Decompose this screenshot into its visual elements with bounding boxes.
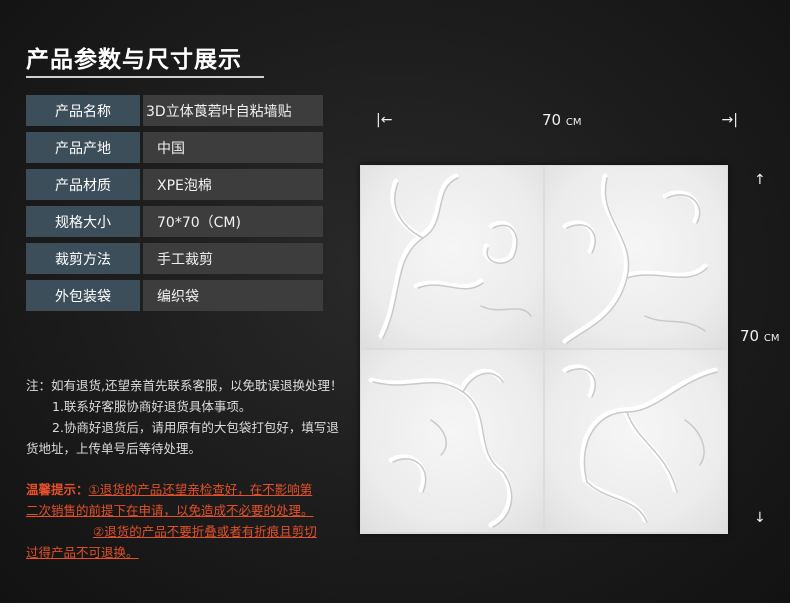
spec-label: 产品材质 [26, 169, 140, 200]
height-label: 70 CM [740, 327, 780, 345]
notes-line: 注：如有退货,还望亲首先联系客服，以免耽误退换处理！ [26, 378, 343, 393]
height-value: 70 [740, 327, 760, 345]
spec-value: XPE泡棉 [143, 169, 323, 200]
warm-tip-label: 温馨提示： [26, 482, 89, 497]
width-dimension: |← 70 CM →| [376, 110, 738, 132]
arrow-up-icon: ↑ [754, 172, 766, 188]
acanthus-pattern-icon [378, 173, 532, 339]
spec-value: 中国 [143, 132, 323, 163]
warm-tip-line: ①退货的产品还望亲检查好，在不影响第 [88, 482, 313, 497]
spec-label: 产品名称 [26, 95, 140, 126]
wall-tile [545, 350, 727, 532]
wall-tile [545, 166, 727, 348]
spec-table: 产品名称 3D立体莨菪叶自粘墙贴 产品产地 中国 产品材质 XPE泡棉 规格大小… [26, 95, 324, 317]
wall-tile [361, 350, 543, 532]
width-unit: CM [565, 117, 582, 128]
spec-row-material: 产品材质 XPE泡棉 [26, 169, 324, 200]
height-unit: CM [763, 333, 780, 344]
product-image [360, 165, 728, 534]
return-notes: 注：如有退货,还望亲首先联系客服，以免耽误退换处理！ 1.联系好客服协商好退货具… [26, 375, 361, 459]
wall-tile [361, 166, 543, 348]
spec-row-cutting: 裁剪方法 手工裁剪 [26, 243, 324, 274]
spec-row-name: 产品名称 3D立体莨菪叶自粘墙贴 [26, 95, 324, 126]
spec-row-size: 规格大小 70*70（CM) [26, 206, 324, 237]
spec-label: 裁剪方法 [26, 243, 140, 274]
height-dimension: ↑ 70 CM ↓ [740, 172, 790, 532]
spec-value: 手工裁剪 [143, 243, 323, 274]
warm-tip: 温馨提示：①退货的产品还望亲检查好，在不影响第 二次销售的前提下在申请，以免造成… [26, 479, 341, 563]
spec-row-origin: 产品产地 中国 [26, 132, 324, 163]
spec-value: 3D立体莨菪叶自粘墙贴 [143, 95, 323, 126]
width-value: 70 [542, 111, 562, 129]
acanthus-pattern-icon [368, 368, 513, 528]
width-label: 70 CM [542, 111, 582, 129]
arrow-right-icon: →| [721, 112, 738, 128]
warm-tip-line: 过得产品不可退换。 [26, 545, 139, 560]
title-underline [26, 76, 264, 78]
spec-row-packaging: 外包装袋 编织袋 [26, 280, 324, 311]
acanthus-pattern-icon [562, 364, 718, 523]
notes-line: 货地址，上传单号后等待处理。 [26, 441, 202, 456]
warm-tip-line: 二次销售的前提下在申请，以免造成不必要的处理。 [26, 503, 314, 518]
arrow-down-icon: ↓ [754, 510, 766, 526]
spec-label: 外包装袋 [26, 280, 140, 311]
warm-tip-line: ②退货的产品不要折叠或者有折痕且剪切 [93, 524, 317, 539]
notes-line: 1.联系好客服协商好退货具体事项。 [52, 399, 252, 414]
spec-label: 产品产地 [26, 132, 140, 163]
notes-line: 2.协商好退货后，请用原有的大包袋打包好，填写退 [52, 420, 339, 435]
acanthus-pattern-icon [562, 173, 708, 344]
spec-value: 编织袋 [143, 280, 323, 311]
arrow-left-icon: |← [376, 112, 393, 128]
spec-value: 70*70（CM) [143, 206, 323, 237]
page-title: 产品参数与尺寸展示 [26, 47, 242, 73]
spec-label: 规格大小 [26, 206, 140, 237]
